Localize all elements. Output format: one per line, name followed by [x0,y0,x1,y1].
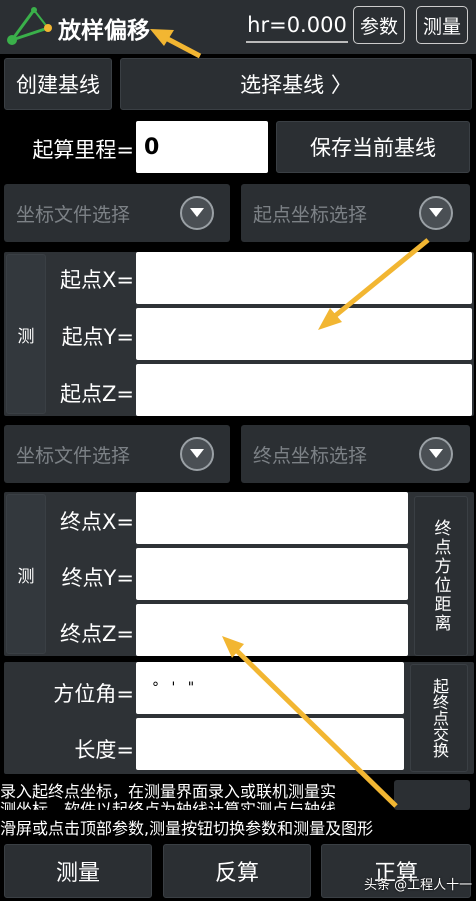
annotation-arrows [150,29,430,808]
arrow-to-end-inputs [222,636,398,808]
watermark: 头条 @工程人十一 [364,878,473,893]
arrow-to-title [150,29,202,59]
arrow-to-start-inputs [318,238,430,330]
